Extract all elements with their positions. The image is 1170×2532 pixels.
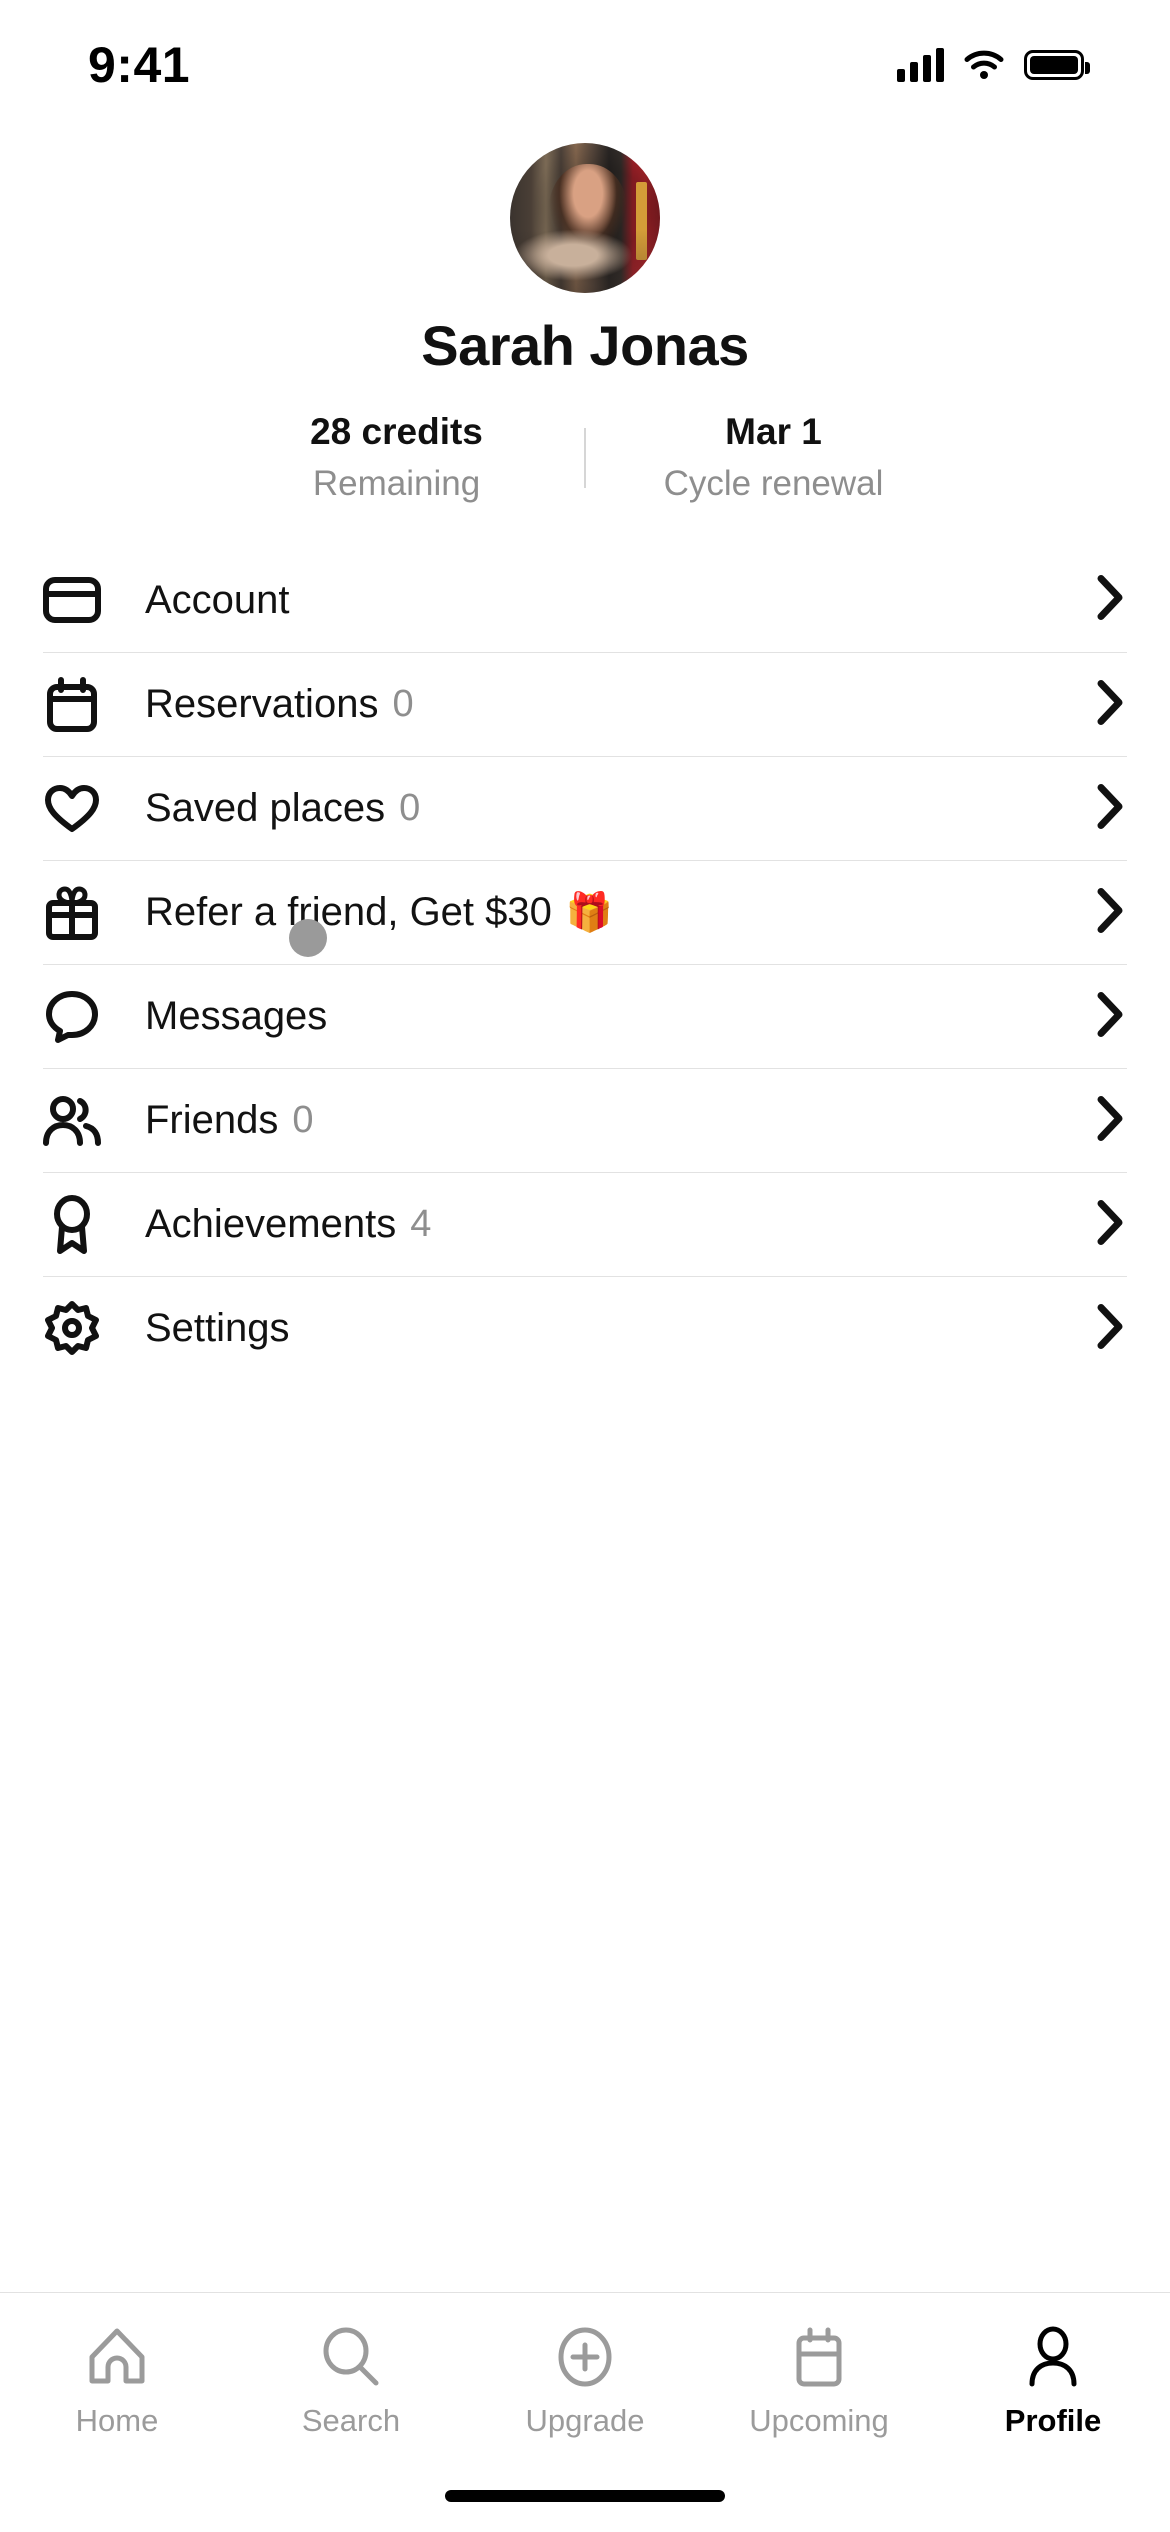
- chevron-right-icon: [1095, 1197, 1125, 1252]
- status-bar: 9:41: [0, 0, 1170, 116]
- stat-credits: 28 credits Remaining: [209, 409, 584, 507]
- menu-item-reservations[interactable]: Reservations 0: [43, 652, 1127, 756]
- tab-home[interactable]: Home: [0, 2325, 234, 2439]
- wifi-icon: [964, 50, 1004, 79]
- chevron-right-icon: [1095, 781, 1125, 836]
- calendar-icon: [41, 674, 103, 736]
- menu-item-count: 4: [410, 1203, 432, 1245]
- chevron-right-icon: [1095, 677, 1125, 732]
- gear-icon: [41, 1298, 103, 1360]
- avatar-backdrop-accent: [636, 182, 647, 260]
- search-icon: [320, 2325, 382, 2389]
- tab-upgrade[interactable]: Upgrade: [468, 2325, 702, 2439]
- gift-emoji: 🎁: [565, 891, 614, 934]
- award-icon: [41, 1194, 103, 1256]
- chevron-right-icon: [1095, 1301, 1125, 1356]
- people-icon: [41, 1090, 103, 1152]
- status-bar-indicators: [897, 48, 1090, 82]
- chevron-right-icon: [1095, 989, 1125, 1044]
- menu-list: Account Reservations 0 Saved places 0 Re…: [0, 548, 1170, 1380]
- heart-icon: [41, 778, 103, 840]
- page-title: Sarah Jonas: [421, 314, 749, 377]
- menu-item-achievements[interactable]: Achievements 4: [43, 1172, 1127, 1276]
- gift-icon: [41, 882, 103, 944]
- tab-label: Search: [301, 2403, 401, 2438]
- stat-renewal: Mar 1 Cycle renewal: [586, 409, 961, 507]
- status-bar-time: 9:41: [88, 37, 191, 93]
- tab-profile[interactable]: Profile: [936, 2325, 1170, 2439]
- chevron-right-icon: [1095, 573, 1125, 628]
- signal-bars-icon: [897, 48, 944, 82]
- credit-card-icon: [41, 569, 103, 631]
- plus-circle-icon: [556, 2325, 614, 2389]
- menu-item-account[interactable]: Account: [43, 548, 1127, 652]
- person-icon: [1024, 2325, 1082, 2389]
- tab-label: Home: [75, 2403, 159, 2438]
- menu-item-label: Refer a friend, Get $30: [145, 890, 552, 934]
- menu-item-label: Messages: [145, 994, 328, 1038]
- stat-renewal-value: Mar 1: [725, 411, 822, 453]
- home-icon: [86, 2325, 148, 2389]
- menu-item-refer-a-friend[interactable]: Refer a friend, Get $30 🎁: [43, 860, 1127, 964]
- tab-label: Profile: [1004, 2403, 1102, 2438]
- menu-item-messages[interactable]: Messages: [43, 964, 1127, 1068]
- menu-item-count: 0: [292, 1099, 314, 1141]
- menu-item-label: Account: [145, 577, 290, 622]
- menu-item-label: Reservations: [145, 682, 379, 726]
- menu-item-label: Friends: [145, 1098, 279, 1142]
- menu-item-saved-places[interactable]: Saved places 0: [43, 756, 1127, 860]
- stat-renewal-label: Cycle renewal: [663, 463, 884, 503]
- user-avatar-photo: [510, 143, 660, 293]
- menu-item-count: 0: [392, 683, 414, 725]
- menu-item-label: Achievements: [145, 1202, 397, 1246]
- tab-label: Upgrade: [525, 2403, 645, 2438]
- pointer-dot: [289, 919, 327, 957]
- stat-credits-value: 28 credits: [310, 411, 483, 453]
- bottom-tab-bar: Home Search Upgrade Upcoming Profile: [0, 2292, 1170, 2532]
- home-indicator[interactable]: [445, 2490, 725, 2502]
- chevron-right-icon: [1095, 1093, 1125, 1148]
- tab-upcoming[interactable]: Upcoming: [702, 2325, 936, 2439]
- menu-item-settings[interactable]: Settings: [43, 1276, 1127, 1380]
- profile-screen: 9:41 Sarah Jonas 28 credits Remaining Ma…: [0, 0, 1170, 2532]
- tab-label: Upcoming: [749, 2403, 889, 2438]
- stat-credits-label: Remaining: [312, 463, 481, 503]
- menu-item-count: 0: [399, 787, 421, 829]
- calendar-icon: [791, 2325, 847, 2389]
- menu-item-label: Saved places: [145, 786, 386, 830]
- chat-bubble-icon: [41, 986, 103, 1048]
- tab-search[interactable]: Search: [234, 2325, 468, 2439]
- avatar[interactable]: [510, 143, 660, 293]
- menu-item-friends[interactable]: Friends 0: [43, 1068, 1127, 1172]
- menu-item-label: Settings: [145, 1306, 290, 1350]
- battery-full-icon: [1024, 50, 1090, 80]
- chevron-right-icon: [1095, 885, 1125, 940]
- stats-row: 28 credits Remaining Mar 1 Cycle renewal: [0, 410, 1170, 506]
